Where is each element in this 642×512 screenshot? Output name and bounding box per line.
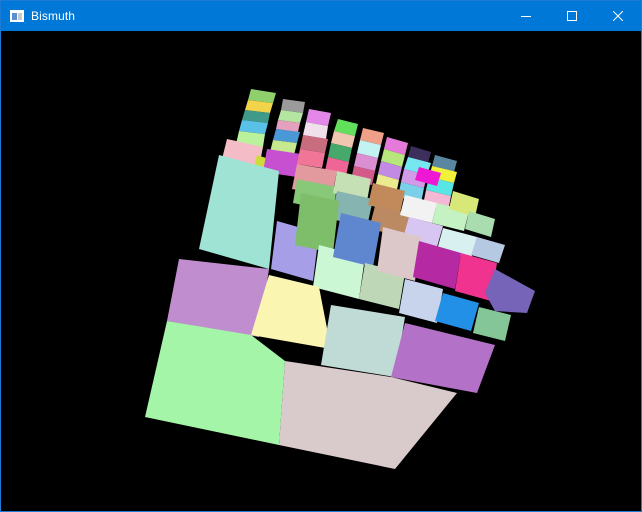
render-viewport[interactable] <box>1 31 641 511</box>
crystal-block <box>199 155 279 269</box>
title-bar[interactable]: Bismuth <box>1 1 641 31</box>
crystal-block <box>321 305 405 377</box>
maximize-icon <box>567 11 577 21</box>
crystal-block <box>473 307 511 341</box>
maximize-button[interactable] <box>549 1 595 31</box>
window-app-icon[interactable] <box>10 10 24 22</box>
close-icon <box>613 11 623 21</box>
app-window: Bismuth <box>0 0 642 512</box>
bismuth-crystal-render <box>145 89 535 469</box>
crystal-block <box>295 193 339 253</box>
window-controls <box>503 1 641 31</box>
window-title: Bismuth <box>31 9 76 23</box>
minimize-icon <box>521 16 531 17</box>
minimize-button[interactable] <box>503 1 549 31</box>
crystal-block <box>145 321 285 445</box>
crystal-block <box>485 269 535 313</box>
crystal-block <box>435 293 479 331</box>
close-button[interactable] <box>595 1 641 31</box>
crystal-block <box>465 211 495 237</box>
